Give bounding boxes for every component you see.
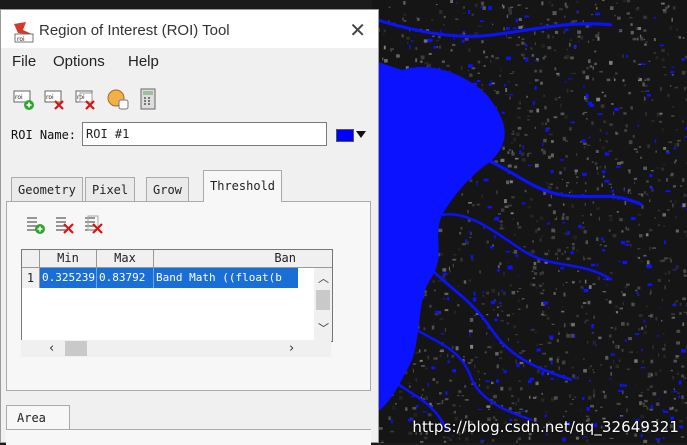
cell-band[interactable]: Band Math ((float(b [154,268,298,288]
threshold-delete-icon[interactable] [54,214,76,236]
menu-file[interactable]: File [12,53,36,70]
watermark-text: https://blog.csdn.net/qq_32649321 [412,418,679,436]
scroll-left-icon[interactable]: ‹ [49,341,54,356]
cell-min[interactable]: 0.325239 [40,268,97,288]
vertical-scroll-thumb[interactable] [316,290,330,310]
vertical-scrollbar[interactable]: ︿ ﹀ [314,268,332,341]
header-corner [22,250,40,267]
table-row[interactable]: 0.325239 0.83792 Band Math ((float(b [40,268,298,288]
scroll-right-icon[interactable]: › [289,341,294,356]
tab-threshold[interactable]: Threshold [203,170,282,202]
scroll-up-icon[interactable]: ︿ [318,270,329,286]
row-index[interactable]: 1 [22,268,40,288]
tab-pixel[interactable]: Pixel [85,177,135,201]
window-title: Region of Interest (ROI) Tool [39,22,230,39]
column-header-max[interactable]: Max [97,250,154,267]
column-header-band[interactable]: Ban [154,250,298,267]
svg-text:roi: roi [46,94,54,101]
horizontal-scrollbar[interactable]: ‹ › [21,340,331,357]
satellite-image-panel: https://blog.csdn.net/qq_32649321 [372,0,687,443]
roi-app-icon: roi [12,21,36,43]
roi-tool-window: roi Region of Interest (ROI) Tool ✕ File… [0,9,379,443]
color-dropdown-icon[interactable] [356,131,366,138]
threshold-panel: Min Max Ban 1 0.325239 0.83792 Band Math… [6,201,371,391]
calculator-icon[interactable] [136,87,160,111]
tab-area[interactable]: Area [6,405,70,429]
svg-text:roi: roi [15,94,23,101]
svg-text:roi: roi [17,36,25,43]
tab-geometry[interactable]: Geometry [11,177,83,201]
svg-text:roi: roi [77,94,85,101]
roi-name-label: ROI Name: [11,128,76,142]
cell-max[interactable]: 0.83792 [97,268,154,288]
menu-bar: File Options Help [1,50,378,74]
roi-color-swatch[interactable] [336,129,354,142]
title-bar: roi Region of Interest (ROI) Tool ✕ [1,10,378,48]
classified-water-map [372,0,687,443]
threshold-delete-all-icon[interactable] [83,214,105,236]
threshold-add-icon[interactable] [25,214,47,236]
column-header-min[interactable]: Min [40,250,97,267]
threshold-table: Min Max Ban 1 0.325239 0.83792 Band Math… [21,249,333,342]
close-button[interactable]: ✕ [349,18,366,42]
scroll-down-icon[interactable]: ﹀ [318,320,329,336]
tab-grow[interactable]: Grow [146,177,189,201]
menu-help[interactable]: Help [128,53,159,70]
roi-name-input[interactable]: ROI #1 [82,122,327,146]
roi-new-icon[interactable]: roi [12,87,36,111]
roi-delete-icon[interactable]: roi [43,87,67,111]
roi-hand-icon[interactable] [105,87,129,111]
menu-options[interactable]: Options [53,53,105,70]
roi-delete-all-icon[interactable]: roi [74,87,98,111]
table-header: Min Max Ban [22,250,332,268]
horizontal-scroll-thumb[interactable] [65,341,87,356]
